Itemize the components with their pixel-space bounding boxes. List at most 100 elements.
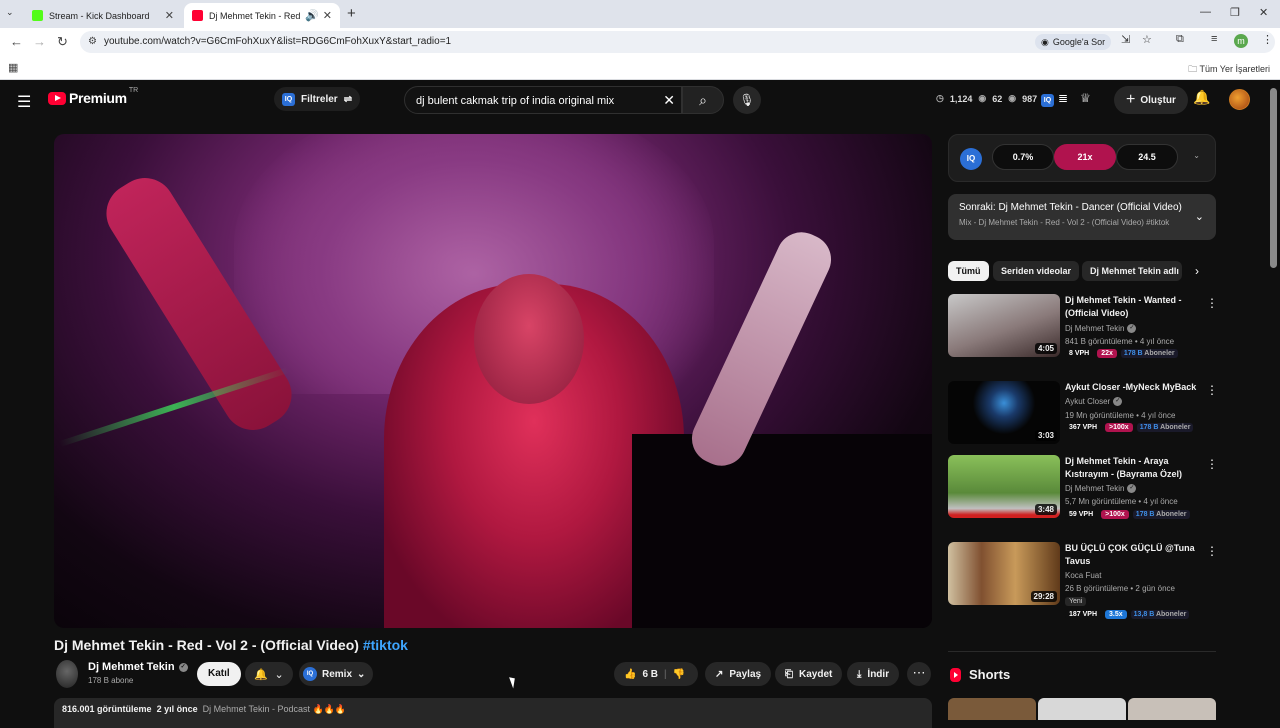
bookmark-star-icon[interactable]: ☆ xyxy=(1142,33,1152,46)
thumbs-up-icon[interactable]: 👍 xyxy=(624,669,636,680)
new-badge: Yeni xyxy=(1065,597,1087,606)
close-window-icon[interactable]: ✕ xyxy=(1259,6,1268,19)
rec-meta: 841 B görüntüleme • 4 yıl önce xyxy=(1065,337,1175,346)
chevron-down-icon[interactable]: ⌄ xyxy=(1195,210,1204,223)
restore-icon[interactable]: ❐ xyxy=(1230,6,1240,19)
subscribe-bell-button[interactable]: 🔔 ⌄ xyxy=(245,662,293,686)
verified-icon: ✓ xyxy=(1127,324,1137,333)
country-code: TR xyxy=(128,86,139,94)
rec-channel[interactable]: Koca Fuat xyxy=(1065,571,1101,580)
site-info-icon[interactable]: ⚙ xyxy=(88,36,97,47)
lens-icon: ◉ xyxy=(1041,36,1049,47)
trophy-icon[interactable]: ♕ xyxy=(1080,91,1091,105)
close-tab-icon[interactable]: ✕ xyxy=(323,9,332,22)
more-options-icon[interactable]: ⋮ xyxy=(1206,383,1218,397)
thumbs-down-icon[interactable]: 👎 xyxy=(673,669,685,680)
minimize-icon[interactable]: — xyxy=(1200,6,1211,18)
tab-youtube-video[interactable]: Dj Mehmet Tekin - Red - Vo 🔊 ✕ xyxy=(184,3,340,28)
vph-badge: 187 VPH xyxy=(1065,610,1102,619)
chip-series[interactable]: Seriden videolar xyxy=(993,261,1080,281)
join-button[interactable]: Katıl xyxy=(197,662,241,686)
rec-title[interactable]: Dj Mehmet Tekin - Araya Kıstırayım - (Ba… xyxy=(1065,455,1203,481)
description-box[interactable]: 816.001 görüntüleme 2 yıl önce Dj Mehmet… xyxy=(54,698,932,728)
rec-channel[interactable]: Dj Mehmet Tekin ✓ xyxy=(1065,484,1137,493)
short-thumbnail[interactable] xyxy=(1128,698,1216,720)
channel-avatar[interactable] xyxy=(56,660,78,688)
rec-channel[interactable]: Dj Mehmet Tekin ✓ xyxy=(1065,324,1137,333)
youtube-logo[interactable]: Premium TR xyxy=(48,86,139,106)
create-button[interactable]: + Oluştur xyxy=(1114,86,1188,114)
filters-label: Filtreler xyxy=(301,93,338,105)
download-button[interactable]: ⤓ İndir xyxy=(847,662,900,686)
search-input[interactable]: dj bulent cakmak trip of india original … xyxy=(404,86,682,114)
search-button[interactable]: ⌕ xyxy=(682,86,724,114)
save-button[interactable]: ⎗ Kaydet xyxy=(775,662,843,686)
hamburger-menu-icon[interactable]: ☰ xyxy=(17,92,31,112)
rec-channel[interactable]: Aykut Closer ✓ xyxy=(1065,397,1123,406)
youtube-header: ☰ Premium TR IQ Filtreler ⇌ dj bulent ca… xyxy=(0,80,1280,120)
extensions-icon[interactable]: ⧉ xyxy=(1176,33,1184,46)
multiplier-badge: 22x xyxy=(1097,349,1117,358)
remix-button[interactable]: IQ Remix ⌄ xyxy=(299,662,374,686)
chip-all[interactable]: Tümü xyxy=(948,261,989,281)
rec-meta: 5,7 Mn görüntüleme • 4 yıl önce xyxy=(1065,497,1178,506)
install-icon[interactable]: ⇲ xyxy=(1121,33,1130,46)
subs-badge: 178 B Aboneler xyxy=(1136,423,1194,432)
voice-search-button[interactable]: 🎙 xyxy=(733,86,761,114)
video-thumbnail[interactable]: 4:05 xyxy=(948,294,1060,357)
rec-title[interactable]: Dj Mehmet Tekin - Wanted - (Official Vid… xyxy=(1065,294,1203,320)
tab-search-icon[interactable]: ⌄ xyxy=(6,7,14,18)
short-thumbnail[interactable] xyxy=(1038,698,1126,720)
iq-extension-icon[interactable]: IQ xyxy=(1041,91,1054,107)
section-divider xyxy=(948,651,1216,652)
video-thumbnail[interactable]: 3:03 xyxy=(948,381,1060,444)
share-button[interactable]: ↗ Paylaş xyxy=(705,662,772,686)
duration-badge: 3:48 xyxy=(1034,504,1057,515)
more-options-icon[interactable]: ⋮ xyxy=(1206,544,1218,558)
new-tab-icon[interactable]: + xyxy=(347,5,356,22)
recommendation-item[interactable]: 3:03 Aykut Closer -MyNeck MyBack Aykut C… xyxy=(948,381,1220,461)
google-ask-button[interactable]: ◉ Google'a Sor xyxy=(1035,34,1112,50)
recommendation-item[interactable]: 3:48 Dj Mehmet Tekin - Araya Kıstırayım … xyxy=(948,455,1220,535)
speaker-icon[interactable]: 🔊 xyxy=(305,9,319,22)
recommendation-item[interactable]: 29:28 BU ÜÇLÜ ÇOK GÜÇLÜ @Tuna Tavus Koca… xyxy=(948,542,1220,626)
hashtag-link[interactable]: #tiktok xyxy=(363,637,408,653)
forward-icon[interactable]: → xyxy=(33,34,46,49)
menu-kebab-icon[interactable]: ⋮ xyxy=(1262,33,1273,46)
clear-search-icon[interactable]: ✕ xyxy=(663,92,675,109)
vph-badge: 8 VPH xyxy=(1065,349,1094,358)
up-next-panel[interactable]: Sonraki: Dj Mehmet Tekin - Dancer (Offic… xyxy=(948,194,1216,240)
recommendation-item[interactable]: 4:05 Dj Mehmet Tekin - Wanted - (Officia… xyxy=(948,294,1220,374)
like-dislike-button[interactable]: 👍 6 B | 👎 xyxy=(614,662,698,686)
video-thumbnail[interactable]: 29:28 xyxy=(948,542,1060,605)
subs-badge: 178 B Aboneler xyxy=(1120,349,1178,358)
video-player[interactable] xyxy=(54,134,932,628)
remix-label: Remix xyxy=(322,668,353,680)
page-scrollbar[interactable] xyxy=(1270,88,1277,268)
apps-grid-icon[interactable]: ▦ xyxy=(8,61,18,74)
chevron-right-icon[interactable]: › xyxy=(1195,264,1199,278)
rec-title[interactable]: BU ÜÇLÜ ÇOK GÜÇLÜ @Tuna Tavus xyxy=(1065,542,1203,568)
short-thumbnail[interactable] xyxy=(948,698,1036,720)
video-thumbnail[interactable]: 3:48 xyxy=(948,455,1060,518)
url-field[interactable]: ⚙ youtube.com/watch?v=G6CmFohXuxY&list=R… xyxy=(80,31,1275,53)
close-tab-icon[interactable]: ✕ xyxy=(165,9,174,22)
user-avatar[interactable] xyxy=(1229,89,1250,110)
filters-button[interactable]: IQ Filtreler ⇌ xyxy=(274,87,361,111)
profile-avatar[interactable]: m xyxy=(1234,34,1248,48)
all-bookmarks-button[interactable]: 🗀 Tüm Yer İşaretleri xyxy=(1188,62,1270,78)
more-options-icon[interactable]: ⋮ xyxy=(1206,296,1218,310)
back-icon[interactable]: ← xyxy=(10,34,23,49)
tab-kick-dashboard[interactable]: Stream - Kick Dashboard ✕ xyxy=(24,3,182,28)
more-options-icon[interactable]: ⋮ xyxy=(1206,457,1218,471)
media-icon[interactable]: ≡ xyxy=(1211,33,1217,45)
rec-title[interactable]: Aykut Closer -MyNeck MyBack xyxy=(1065,381,1203,394)
reload-icon[interactable]: ↻ xyxy=(57,34,68,50)
more-actions-button[interactable]: ⋯ xyxy=(907,662,931,686)
google-ask-label: Google'a Sor xyxy=(1052,37,1106,47)
chevron-down-icon[interactable]: ⌄ xyxy=(1193,151,1200,160)
chip-channel[interactable]: Dj Mehmet Tekin adlı xyxy=(1082,261,1182,281)
notifications-bell-icon[interactable]: 🔔 xyxy=(1193,89,1210,106)
channel-name[interactable]: Dj Mehmet Tekin ✓ xyxy=(88,661,188,673)
playlist-icon[interactable]: ≣ xyxy=(1058,91,1068,105)
